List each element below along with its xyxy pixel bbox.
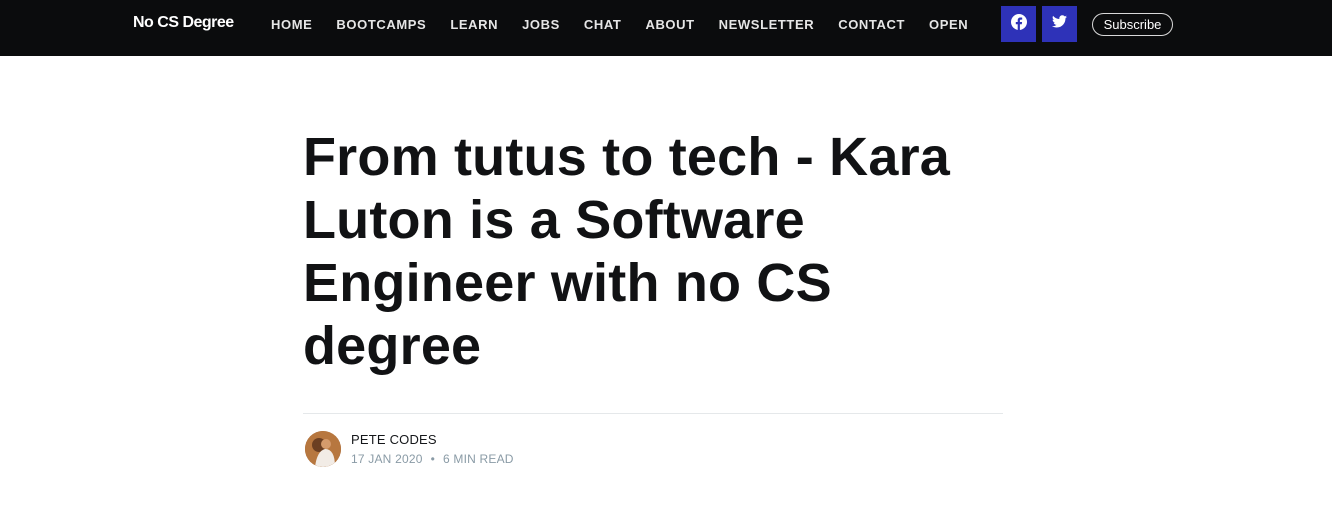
site-logo[interactable]: No CS Degree <box>133 14 234 32</box>
nav-learn[interactable]: LEARN <box>450 17 498 32</box>
read-time: 6 MIN READ <box>443 452 514 466</box>
divider <box>303 413 1003 414</box>
facebook-icon <box>1010 13 1027 35</box>
nav-home[interactable]: HOME <box>271 17 312 32</box>
nav-newsletter[interactable]: NEWSLETTER <box>719 17 815 32</box>
post-date: 17 JAN 2020 <box>351 452 423 466</box>
nav-about[interactable]: ABOUT <box>645 17 694 32</box>
twitter-icon <box>1052 15 1067 33</box>
post-title: From tutus to tech - Kara Luton is a Sof… <box>303 127 951 376</box>
subscribe-button[interactable]: Subscribe <box>1092 13 1173 36</box>
nav-open[interactable]: OPEN <box>929 17 968 32</box>
main-nav: HOME BOOTCAMPS LEARN JOBS CHAT ABOUT NEW… <box>271 17 968 32</box>
nav-chat[interactable]: CHAT <box>584 17 622 32</box>
nav-jobs[interactable]: JOBS <box>522 17 560 32</box>
site-header: No CS Degree HOME BOOTCAMPS LEARN JOBS C… <box>0 0 1332 56</box>
author-avatar[interactable] <box>305 431 341 467</box>
facebook-button[interactable] <box>1001 6 1036 42</box>
nav-bootcamps[interactable]: BOOTCAMPS <box>336 17 426 32</box>
meta-separator: • <box>430 452 435 466</box>
twitter-button[interactable] <box>1042 6 1077 42</box>
nav-contact[interactable]: CONTACT <box>838 17 905 32</box>
author-name[interactable]: PETE CODES <box>351 432 437 447</box>
post-meta: 17 JAN 2020 • 6 MIN READ <box>351 452 514 466</box>
